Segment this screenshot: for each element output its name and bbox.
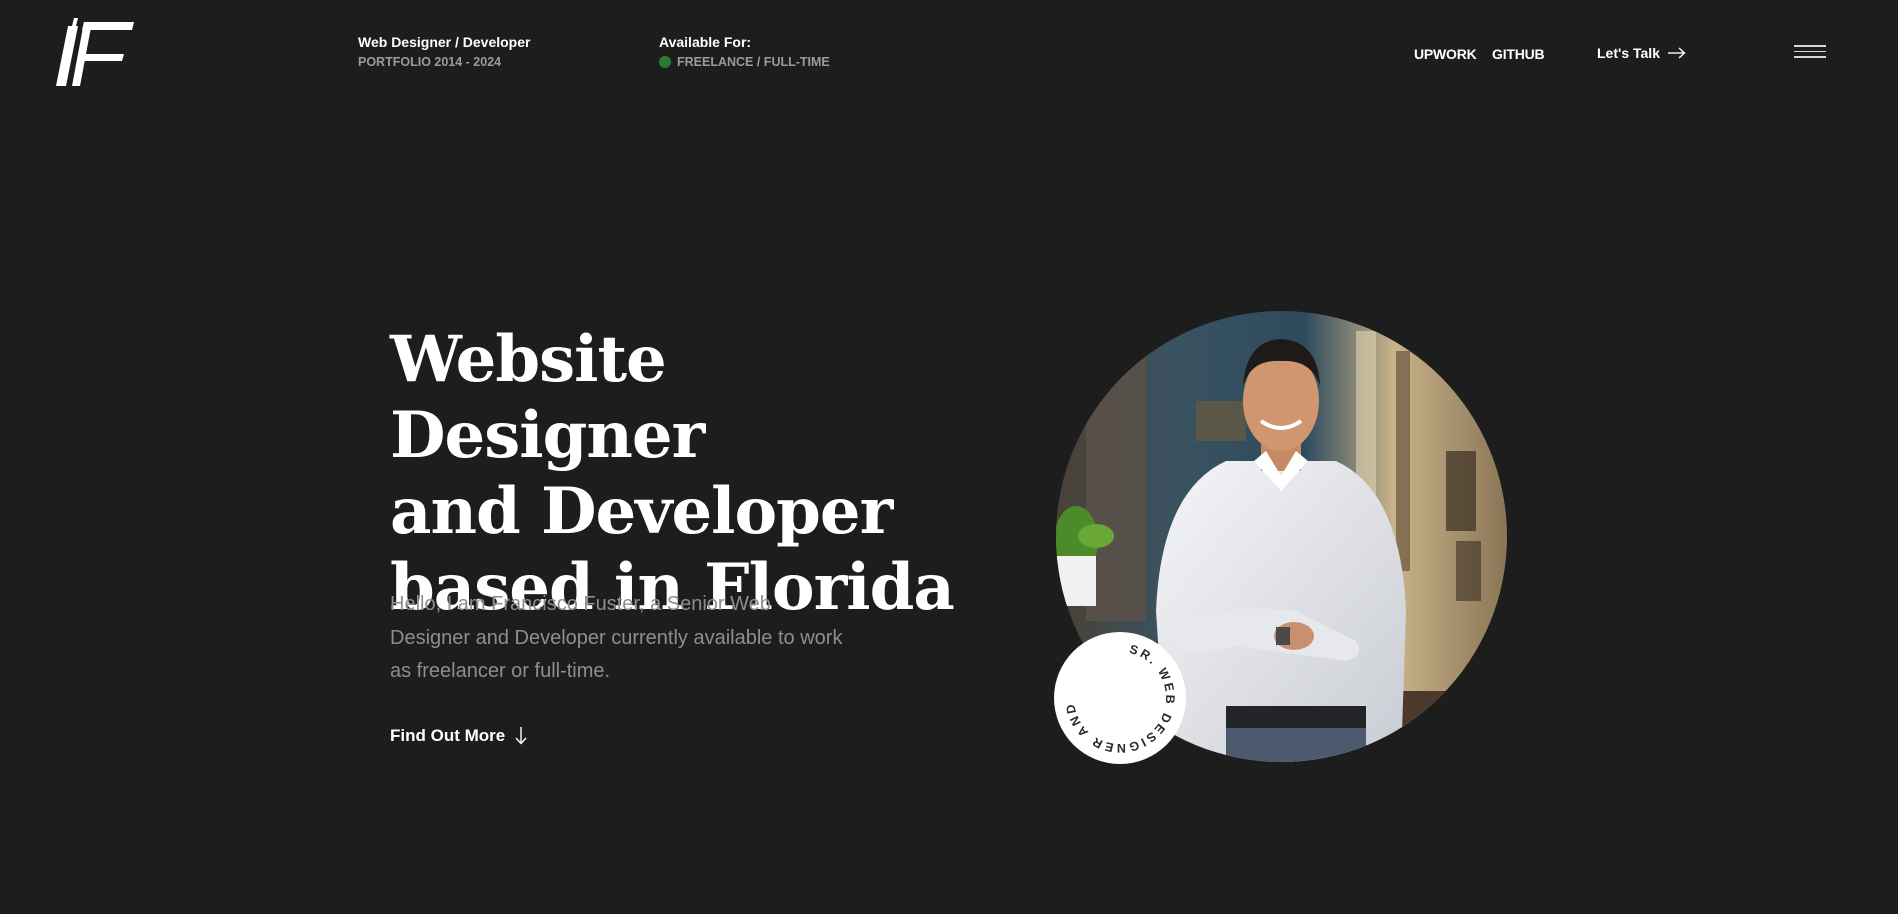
logo-icon[interactable]	[54, 18, 138, 88]
hamburger-menu-icon[interactable]	[1794, 45, 1826, 61]
svg-text:SR. WEB DESIGNER AND DEVELOPER: SR. WEB DESIGNER AND DEVELOPER	[1054, 632, 1177, 755]
role-badge: SR. WEB DESIGNER AND DEVELOPER	[1048, 621, 1186, 764]
arrow-down-icon	[515, 727, 527, 745]
status-dot-icon	[659, 56, 671, 68]
badge-text: SR. WEB DESIGNER AND DEVELOPER	[1048, 621, 1175, 755]
lets-talk-button[interactable]: Let's Talk	[1597, 45, 1686, 61]
availability-status: FREELANCE / FULL-TIME	[659, 53, 830, 71]
availability-value: FREELANCE / FULL-TIME	[677, 55, 830, 69]
role-title: Web Designer / Developer	[358, 34, 531, 50]
find-out-more-button[interactable]: Find Out More	[390, 726, 527, 746]
availability-info: Available For: FREELANCE / FULL-TIME	[659, 33, 830, 71]
nav-link-github[interactable]: GITHUB	[1492, 46, 1545, 62]
role-info: Web Designer / Developer PORTFOLIO 2014 …	[358, 33, 530, 71]
nav-link-upwork[interactable]: UPWORK	[1414, 46, 1477, 62]
find-out-more-label: Find Out More	[390, 726, 506, 745]
portfolio-years: PORTFOLIO 2014 - 2024	[358, 55, 502, 69]
lets-talk-label: Let's Talk	[1597, 45, 1660, 61]
hero-title-line: and Developer	[390, 474, 893, 549]
availability-title: Available For:	[659, 34, 752, 50]
page: Web Designer / Developer PORTFOLIO 2014 …	[0, 0, 1898, 914]
hero-title: Website Designer and Developer based in …	[390, 322, 990, 626]
arrow-right-icon	[1667, 47, 1686, 59]
hero-description: Hello, I am Francisco Fuster, a Senior W…	[390, 593, 843, 682]
hero-title-line: Website Designer	[390, 322, 705, 473]
